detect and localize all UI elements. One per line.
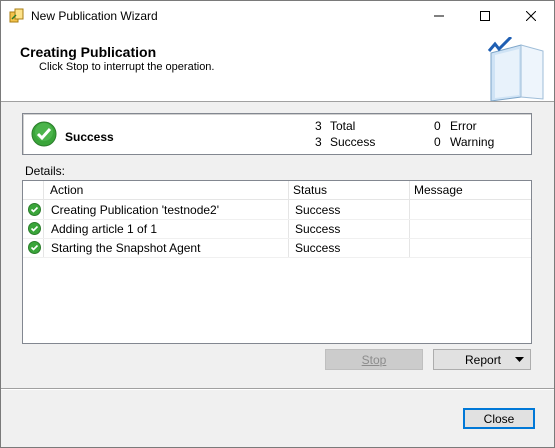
close-button-label: Close bbox=[483, 411, 515, 426]
maximize-icon bbox=[480, 11, 490, 21]
warning-label: Warning bbox=[450, 135, 495, 149]
error-count: 0 bbox=[434, 119, 441, 133]
table-row[interactable]: Creating Publication 'testnode2' Success bbox=[23, 200, 531, 220]
details-grid[interactable]: Action Status Message Creating Publicati… bbox=[22, 180, 532, 344]
column-message[interactable]: Message bbox=[414, 183, 463, 197]
row-action: Adding article 1 of 1 bbox=[51, 222, 158, 236]
dropdown-arrow-icon bbox=[515, 357, 524, 362]
success-status-icon bbox=[28, 203, 41, 216]
success-count: 3 bbox=[315, 135, 322, 149]
stop-button[interactable]: Stop bbox=[325, 349, 423, 370]
close-icon bbox=[526, 11, 536, 21]
total-count: 3 bbox=[315, 119, 322, 133]
summary-panel: Success 3 Total 3 Success 0 Error 0 Warn… bbox=[22, 113, 532, 155]
column-status[interactable]: Status bbox=[293, 183, 327, 197]
footer-divider bbox=[1, 388, 554, 390]
stop-button-label: Stop bbox=[361, 352, 387, 367]
row-status: Success bbox=[295, 203, 341, 217]
success-check-icon bbox=[31, 121, 57, 147]
window-title: New Publication Wizard bbox=[31, 9, 158, 23]
page-subtitle: Click Stop to interrupt the operation. bbox=[39, 61, 215, 73]
success-status-icon bbox=[28, 241, 41, 254]
table-row[interactable]: Adding article 1 of 1 Success bbox=[23, 219, 531, 239]
row-action: Creating Publication 'testnode2' bbox=[51, 203, 220, 217]
publication-book-icon bbox=[487, 37, 544, 101]
wizard-window: New Publication Wizard Creating Publicat… bbox=[0, 0, 555, 448]
overall-status: Success bbox=[65, 130, 114, 144]
wizard-header: Creating Publication Click Stop to inter… bbox=[1, 31, 554, 102]
row-action: Starting the Snapshot Agent bbox=[51, 241, 201, 255]
success-status-icon bbox=[28, 222, 41, 235]
page-title: Creating Publication bbox=[20, 44, 157, 60]
minimize-button[interactable] bbox=[416, 1, 462, 31]
minimize-icon bbox=[434, 15, 444, 17]
total-label: Total bbox=[330, 119, 356, 133]
table-row[interactable]: Starting the Snapshot Agent Success bbox=[23, 238, 531, 258]
report-button-label: Report bbox=[465, 352, 502, 367]
details-label: Details: bbox=[25, 164, 66, 178]
error-label: Error bbox=[450, 119, 477, 133]
grid-header: Action Status Message bbox=[23, 181, 531, 200]
wizard-app-icon bbox=[9, 8, 24, 23]
report-button[interactable]: Report bbox=[433, 349, 531, 370]
row-status: Success bbox=[295, 222, 341, 236]
title-bar: New Publication Wizard bbox=[1, 1, 554, 31]
maximize-button[interactable] bbox=[462, 1, 508, 31]
row-status: Success bbox=[295, 241, 341, 255]
close-window-button[interactable] bbox=[508, 1, 554, 31]
warning-count: 0 bbox=[434, 135, 441, 149]
close-button[interactable]: Close bbox=[463, 408, 535, 429]
success-label: Success bbox=[330, 135, 376, 149]
column-action[interactable]: Action bbox=[50, 183, 83, 197]
